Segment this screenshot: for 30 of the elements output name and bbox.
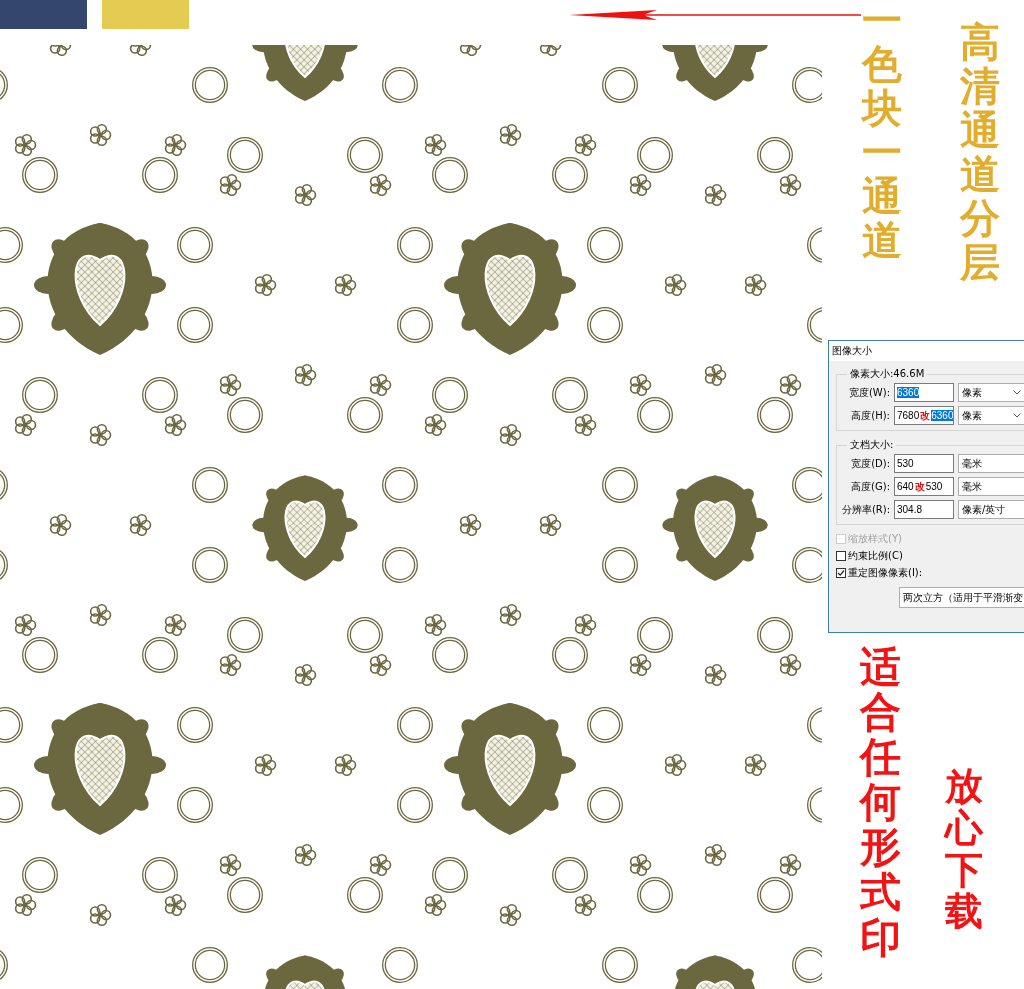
vertical-caption: 放心下载 <box>945 765 983 933</box>
unit-dropdown[interactable]: 像素 <box>958 383 1024 402</box>
input-field[interactable]: 6360 <box>894 383 954 402</box>
unit-dropdown[interactable]: 毫米 <box>958 454 1024 473</box>
group-label: 像素大小:46.6M <box>849 367 926 381</box>
input-field[interactable]: 640改530 <box>894 477 954 496</box>
chevron-down-icon <box>1013 413 1021 418</box>
unit-dropdown[interactable]: 像素 <box>958 406 1024 425</box>
field-label: 宽度(D): <box>850 456 890 471</box>
chevron-down-icon <box>1013 390 1021 395</box>
input-field[interactable]: 304.8 <box>894 500 954 519</box>
unit-dropdown[interactable]: 像素/英寸 <box>958 500 1024 519</box>
resample-dropdown[interactable]: 两次立方（适用于平滑渐变 <box>899 587 1024 608</box>
checkbox-label: 缩放样式(Y) <box>848 532 902 546</box>
input-field[interactable]: 530 <box>894 454 954 473</box>
checkbox-label: 重定图像像素(I): <box>848 566 923 580</box>
checkbox[interactable] <box>836 551 846 561</box>
field-label: 高度(H): <box>850 408 890 423</box>
group-label: 文档大小: <box>849 438 895 452</box>
checkbox-label: 约束比例(C) <box>848 549 903 563</box>
field-label: 高度(G): <box>850 479 890 494</box>
vertical-caption: 高清通道分层 <box>960 20 1000 284</box>
field-label: 宽度(W): <box>847 385 890 400</box>
checkbox[interactable] <box>836 568 846 578</box>
field-label: 分辨率(R): <box>840 502 890 517</box>
vertical-caption: 适合任何形式印 <box>860 645 901 961</box>
input-field[interactable]: 7680改6360 <box>894 406 954 425</box>
vertical-caption: 一色块一通道 <box>862 0 902 262</box>
dialog-title: 图像大小 <box>829 341 1024 361</box>
unit-dropdown[interactable]: 毫米 <box>958 477 1024 496</box>
